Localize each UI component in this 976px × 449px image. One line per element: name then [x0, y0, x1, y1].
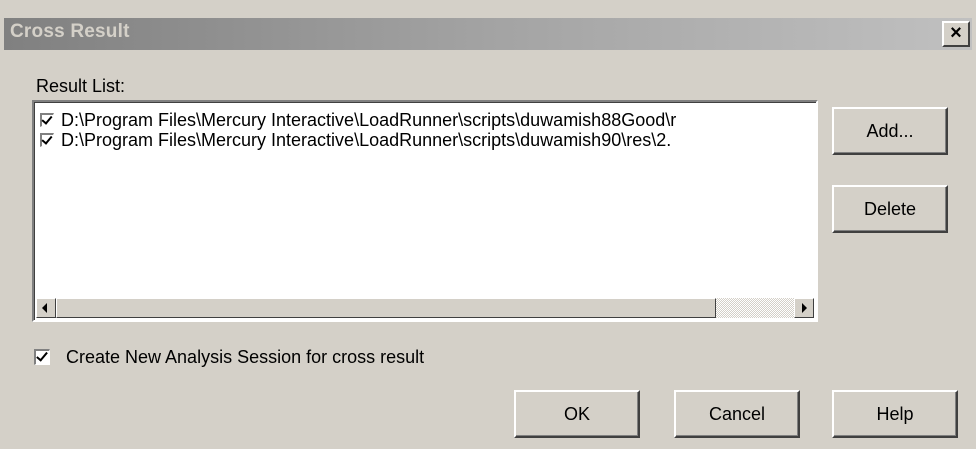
result-listbox[interactable]: D:\Program Files\Mercury Interactive\Loa… — [32, 100, 818, 322]
close-icon: × — [950, 22, 962, 44]
close-button[interactable]: × — [942, 21, 970, 47]
help-button[interactable]: Help — [832, 390, 958, 438]
scroll-right-button[interactable] — [794, 298, 814, 318]
item-checkbox-checked-icon[interactable] — [40, 113, 54, 127]
title-bar: Cross Result × — [4, 18, 972, 50]
create-session-label: Create New Analysis Session for cross re… — [66, 347, 425, 367]
result-list-label: Result List: — [36, 76, 126, 96]
add-button[interactable]: Add... — [832, 107, 948, 155]
scroll-left-button[interactable] — [36, 298, 56, 318]
list-item[interactable]: D:\Program Files\Mercury Interactive\Loa… — [40, 110, 816, 130]
arrow-left-icon — [42, 303, 47, 313]
arrow-right-icon — [802, 303, 807, 313]
cancel-button[interactable]: Cancel — [674, 390, 800, 438]
cross-result-dialog: Cross Result × Result List: D:\Program F… — [0, 0, 976, 449]
item-checkbox-checked-icon[interactable] — [40, 133, 54, 147]
horizontal-scrollbar[interactable] — [36, 298, 814, 318]
delete-button[interactable]: Delete — [832, 185, 948, 233]
list-item-path: D:\Program Files\Mercury Interactive\Loa… — [61, 110, 677, 130]
list-item[interactable]: D:\Program Files\Mercury Interactive\Loa… — [40, 130, 816, 150]
list-item-path: D:\Program Files\Mercury Interactive\Loa… — [61, 130, 672, 150]
ok-button[interactable]: OK — [514, 390, 640, 438]
window-title: Cross Result — [10, 21, 130, 42]
scrollbar-thumb[interactable] — [56, 298, 716, 318]
create-session-checkbox[interactable] — [34, 349, 50, 365]
